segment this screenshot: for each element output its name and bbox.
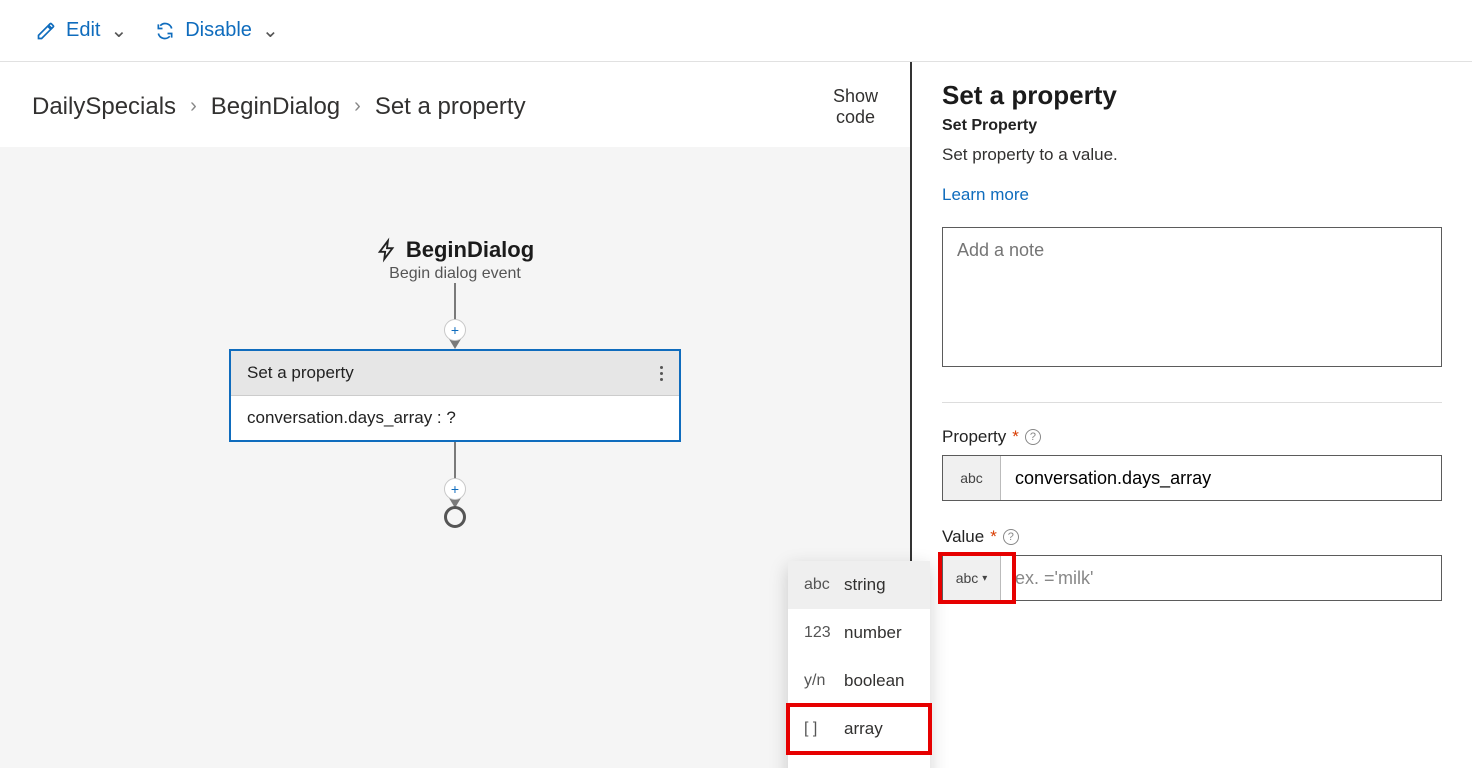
add-node-button[interactable]: + <box>444 319 466 341</box>
property-input[interactable] <box>1001 456 1441 500</box>
value-label: Value <box>942 527 984 547</box>
properties-panel: Set a property Set Property Set property… <box>912 62 1472 768</box>
more-icon[interactable] <box>660 366 663 381</box>
node-title: Set a property <box>247 363 354 383</box>
value-input[interactable] <box>1001 556 1441 600</box>
lightning-icon <box>376 237 398 263</box>
node-body: conversation.days_array : ? <box>231 395 679 440</box>
help-icon[interactable]: ? <box>1025 429 1041 445</box>
panel-description: Set property to a value. <box>942 145 1442 165</box>
disable-button[interactable]: Disable ⌄ <box>155 18 278 43</box>
breadcrumb-item[interactable]: DailySpecials <box>32 93 176 121</box>
trigger-subtitle: Begin dialog event <box>389 265 521 283</box>
breadcrumb: DailySpecials › BeginDialog › Set a prop… <box>32 93 526 121</box>
property-field: abc <box>942 455 1442 501</box>
breadcrumb-item[interactable]: Set a property <box>375 93 526 121</box>
help-icon[interactable]: ? <box>1003 529 1019 545</box>
canvas-column: DailySpecials › BeginDialog › Set a prop… <box>0 62 912 768</box>
add-node-button[interactable]: + <box>444 478 466 500</box>
type-option-object[interactable]: { } object <box>788 753 930 768</box>
type-option-number[interactable]: 123 number <box>788 609 930 657</box>
panel-subtitle: Set Property <box>942 117 1442 135</box>
chevron-right-icon: › <box>354 95 361 118</box>
value-field: abc ▾ <box>942 555 1442 601</box>
breadcrumb-item[interactable]: BeginDialog <box>211 93 340 121</box>
edit-icon <box>36 21 56 41</box>
chevron-down-icon: ⌄ <box>110 18 127 43</box>
property-label: Property <box>942 427 1006 447</box>
refresh-icon <box>155 21 175 41</box>
disable-label: Disable <box>185 19 252 42</box>
chevron-down-icon: ⌄ <box>262 18 279 43</box>
type-selector-popup: abc string 123 number y/n boolean [ ] ar… <box>788 561 930 768</box>
learn-more-link[interactable]: Learn more <box>942 185 1029 205</box>
value-type-chip[interactable]: abc ▾ <box>943 556 1001 600</box>
flow-canvas[interactable]: BeginDialog Begin dialog event + Set a p… <box>0 147 910 768</box>
property-type-chip[interactable]: abc <box>943 456 1001 500</box>
panel-title: Set a property <box>942 80 1442 111</box>
note-input[interactable] <box>942 227 1442 367</box>
divider <box>942 402 1442 403</box>
edit-button[interactable]: Edit ⌄ <box>36 18 127 43</box>
type-option-boolean[interactable]: y/n boolean <box>788 657 930 705</box>
set-property-node[interactable]: Set a property conversation.days_array :… <box>229 349 681 442</box>
trigger-title: BeginDialog <box>406 237 534 263</box>
edit-label: Edit <box>66 19 100 42</box>
type-option-array[interactable]: [ ] array <box>788 705 930 753</box>
show-code-button[interactable]: Show code <box>833 86 878 127</box>
required-indicator: * <box>1012 427 1019 447</box>
flow-end <box>444 506 466 528</box>
required-indicator: * <box>990 527 997 547</box>
chevron-right-icon: › <box>190 95 197 118</box>
chevron-down-icon: ▾ <box>982 573 987 584</box>
toolbar: Edit ⌄ Disable ⌄ <box>0 0 1472 62</box>
type-option-string[interactable]: abc string <box>788 561 930 609</box>
